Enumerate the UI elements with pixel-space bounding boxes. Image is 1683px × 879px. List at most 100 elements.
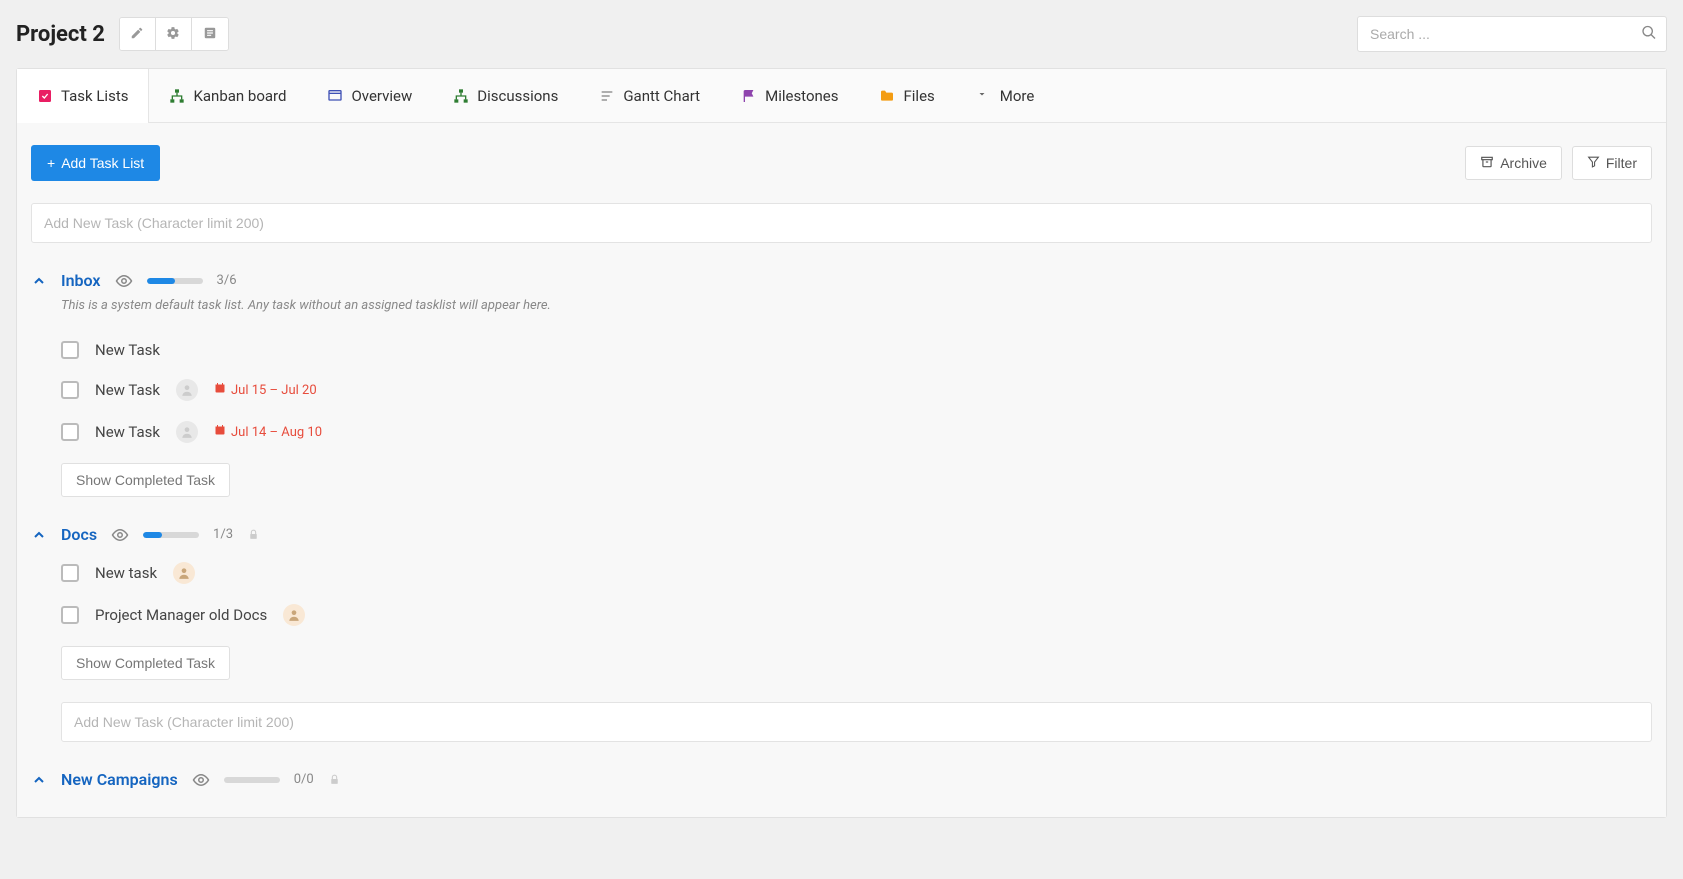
progress-bar — [147, 278, 203, 284]
bars-icon — [599, 88, 615, 104]
main-panel: Task Lists Kanban board Overview Discussion… — [16, 68, 1667, 818]
tab-label: More — [1000, 87, 1035, 105]
archive-icon — [1480, 155, 1494, 172]
tasklist-title[interactable]: Docs — [61, 525, 97, 544]
task-date: Jul 15 – Jul 20 — [214, 382, 317, 398]
tab-more[interactable]: More — [956, 69, 1056, 122]
filter-icon — [1587, 155, 1600, 171]
header-row: Project 2 — [16, 16, 1667, 52]
new-task-input-top[interactable] — [31, 203, 1652, 243]
show-completed-button[interactable]: Show Completed Task — [61, 646, 230, 680]
tasklist-header: Inbox 3/6 — [31, 271, 1652, 290]
avatar[interactable] — [173, 562, 195, 584]
folder-icon — [879, 88, 895, 104]
tab-overview[interactable]: Overview — [307, 69, 433, 122]
task-items: New Task New Task Jul 15 – Jul 20 New Task J… — [61, 331, 1652, 497]
task-row: New Task — [61, 331, 1652, 369]
tasklist-header: Docs 1/3 — [31, 525, 1652, 544]
task-title[interactable]: Project Manager old Docs — [95, 606, 267, 624]
notes-icon — [203, 26, 217, 43]
avatar[interactable] — [176, 379, 198, 401]
tasklist-description: This is a system default task list. Any … — [61, 298, 1652, 313]
tab-label: Gantt Chart — [623, 87, 700, 105]
tasklist-section: New Campaigns 0/0 — [31, 770, 1652, 789]
tab-discussions[interactable]: Discussions — [433, 69, 579, 122]
check-square-icon — [37, 88, 53, 104]
search-input[interactable] — [1357, 16, 1667, 52]
tasklist-title[interactable]: New Campaigns — [61, 770, 178, 789]
chevron-up-icon[interactable] — [31, 527, 47, 543]
calendar-icon — [214, 382, 226, 398]
add-tasklist-label: Add Task List — [61, 155, 144, 171]
caret-down-icon — [976, 88, 992, 104]
show-completed-button[interactable]: Show Completed Task — [61, 463, 230, 497]
task-row: New Task Jul 14 – Aug 10 — [61, 411, 1652, 453]
flag-icon — [741, 88, 757, 104]
chevron-up-icon[interactable] — [31, 273, 47, 289]
search-icon — [1641, 29, 1657, 44]
archive-label: Archive — [1500, 155, 1547, 171]
filter-button[interactable]: Filter — [1572, 146, 1652, 180]
new-task-input[interactable] — [61, 702, 1652, 742]
task-row: Project Manager old Docs — [61, 594, 1652, 636]
edit-button[interactable] — [120, 18, 156, 50]
task-items: New task Project Manager old Docs Show Com… — [61, 552, 1652, 742]
task-count: 0/0 — [294, 772, 314, 787]
task-title[interactable]: New task — [95, 564, 157, 582]
calendar-icon — [214, 424, 226, 440]
task-count: 1/3 — [213, 527, 233, 542]
eye-icon[interactable] — [192, 771, 210, 789]
tab-gantt-chart[interactable]: Gantt Chart — [579, 69, 721, 122]
task-checkbox[interactable] — [61, 564, 79, 582]
gear-icon — [166, 26, 180, 43]
task-checkbox[interactable] — [61, 423, 79, 441]
page-title: Project 2 — [16, 22, 105, 47]
tab-label: Milestones — [765, 87, 838, 105]
task-date-text: Jul 14 – Aug 10 — [231, 425, 322, 440]
tab-task-lists[interactable]: Task Lists — [17, 69, 149, 123]
search-button[interactable] — [1637, 21, 1661, 48]
notes-button[interactable] — [192, 18, 228, 50]
avatar[interactable] — [176, 421, 198, 443]
task-row: New task — [61, 552, 1652, 594]
search-wrap — [1357, 16, 1667, 52]
filter-label: Filter — [1606, 155, 1637, 171]
tab-kanban-board[interactable]: Kanban board — [149, 69, 307, 122]
toolbar-row: + Add Task List Archive Filter — [31, 145, 1652, 181]
tasklist-section: Docs 1/3 New task Project Manager old Docs S… — [31, 525, 1652, 742]
task-title[interactable]: New Task — [95, 381, 160, 399]
task-date: Jul 14 – Aug 10 — [214, 424, 322, 440]
task-row: New Task Jul 15 – Jul 20 — [61, 369, 1652, 411]
lock-icon — [247, 528, 260, 541]
task-checkbox[interactable] — [61, 606, 79, 624]
chevron-up-icon[interactable] — [31, 772, 47, 788]
eye-icon[interactable] — [115, 272, 133, 290]
lock-icon — [328, 773, 341, 786]
tab-milestones[interactable]: Milestones — [721, 69, 859, 122]
progress-bar — [224, 777, 280, 783]
avatar[interactable] — [283, 604, 305, 626]
eye-icon[interactable] — [111, 526, 129, 544]
window-icon — [327, 88, 343, 104]
task-date-text: Jul 15 – Jul 20 — [231, 383, 317, 398]
tab-label: Overview — [351, 87, 412, 105]
sitemap-icon — [453, 88, 469, 104]
add-tasklist-button[interactable]: + Add Task List — [31, 145, 160, 181]
content-area: + Add Task List Archive Filter — [17, 123, 1666, 817]
tab-label: Kanban board — [193, 87, 286, 105]
tab-label: Files — [903, 87, 934, 105]
sitemap-icon — [169, 88, 185, 104]
task-checkbox[interactable] — [61, 381, 79, 399]
settings-button[interactable] — [156, 18, 192, 50]
task-checkbox[interactable] — [61, 341, 79, 359]
task-title[interactable]: New Task — [95, 423, 160, 441]
tasklist-header: New Campaigns 0/0 — [31, 770, 1652, 789]
plus-icon: + — [47, 155, 55, 171]
archive-button[interactable]: Archive — [1465, 146, 1562, 180]
project-action-group — [119, 17, 229, 51]
task-count: 3/6 — [217, 273, 237, 288]
tasklist-title[interactable]: Inbox — [61, 271, 101, 290]
task-title[interactable]: New Task — [95, 341, 160, 359]
tab-files[interactable]: Files — [859, 69, 955, 122]
pencil-icon — [130, 26, 144, 43]
